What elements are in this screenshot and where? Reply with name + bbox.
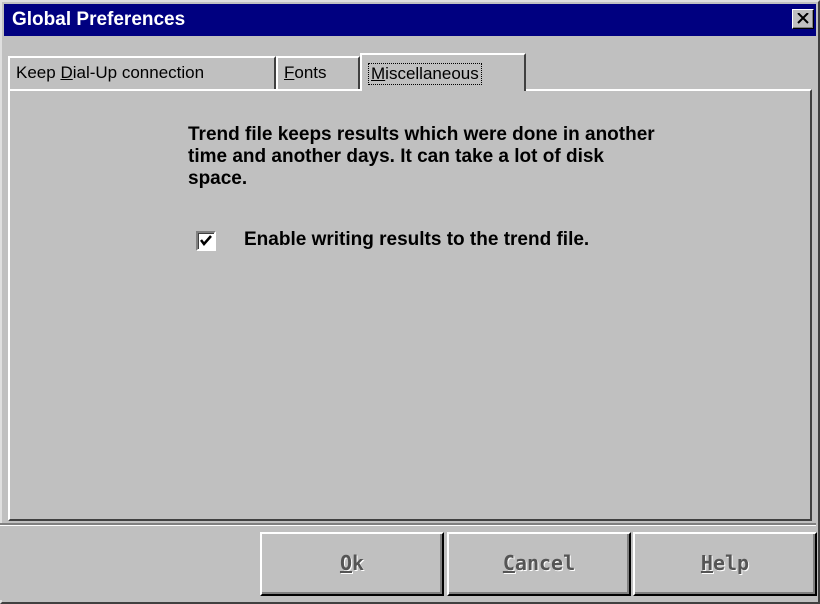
cancel-button[interactable]: Cancel bbox=[447, 532, 631, 596]
help-label-rest: elp bbox=[712, 551, 750, 575]
help-label-accel: H bbox=[700, 551, 713, 575]
trend-file-description: Trend file keeps results which were done… bbox=[188, 124, 808, 190]
tab-label: Miscellaneous bbox=[368, 63, 482, 85]
ok-label-rest: k bbox=[352, 551, 365, 575]
help-button[interactable]: Help bbox=[633, 532, 817, 596]
tab-fonts[interactable]: Fonts bbox=[276, 56, 360, 90]
checkmark-icon bbox=[200, 235, 212, 246]
cancel-label-accel: C bbox=[502, 551, 515, 575]
close-icon bbox=[797, 13, 809, 24]
tab-keep-dial-up-connection[interactable]: Keep Dial-Up connection bbox=[8, 56, 276, 90]
enable-trend-file-label[interactable]: Enable writing results to the trend file… bbox=[244, 229, 589, 251]
cancel-label-rest: ancel bbox=[514, 551, 576, 575]
ok-label-accel: O bbox=[339, 551, 352, 575]
title-bar[interactable]: Global Preferences bbox=[4, 4, 816, 36]
description-line: time and another days. It can take a lot… bbox=[188, 146, 604, 167]
tab-label: Keep Dial-Up connection bbox=[16, 63, 205, 82]
ok-button[interactable]: Ok bbox=[260, 532, 444, 596]
tab-miscellaneous[interactable]: Miscellaneous bbox=[360, 53, 526, 91]
tab-label: Fonts bbox=[284, 63, 327, 82]
enable-trend-file-checkbox[interactable] bbox=[196, 231, 216, 251]
description-line: Trend file keeps results which were done… bbox=[188, 124, 655, 145]
description-line: space. bbox=[188, 168, 248, 189]
window-title: Global Preferences bbox=[12, 9, 186, 30]
close-button[interactable] bbox=[792, 9, 814, 29]
